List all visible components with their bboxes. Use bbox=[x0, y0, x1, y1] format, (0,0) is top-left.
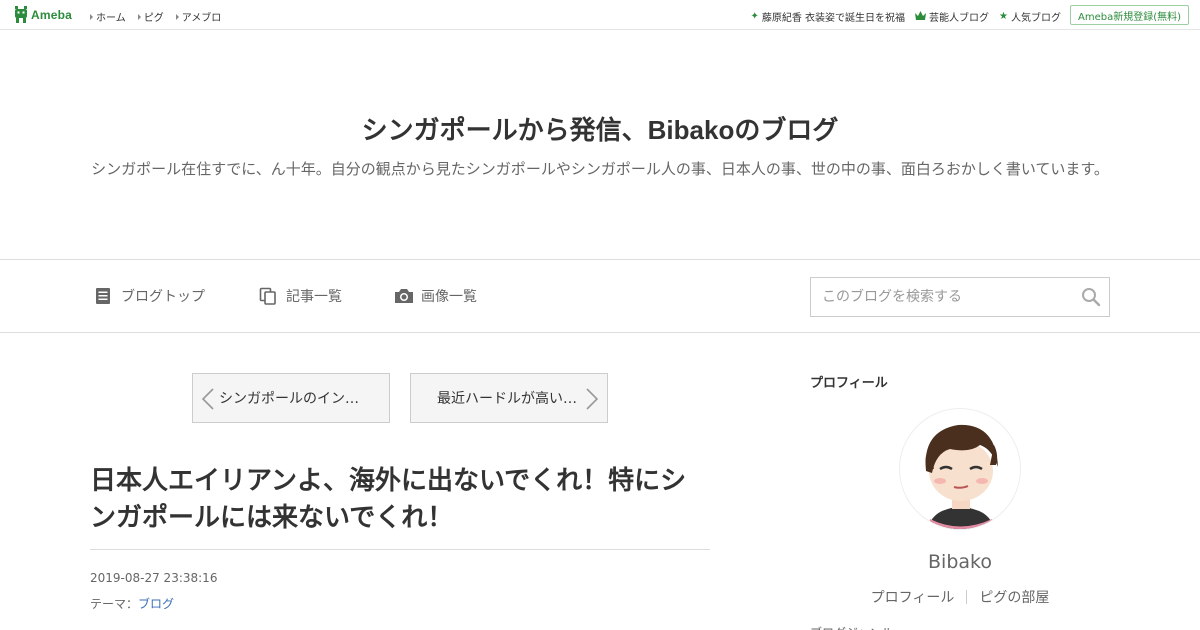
link-label: 芸能人ブログ bbox=[929, 13, 990, 24]
crown-icon bbox=[915, 10, 927, 23]
global-nav-pigg[interactable]: ピグ bbox=[137, 9, 164, 24]
triangle-right-icon bbox=[90, 13, 93, 20]
profile-name[interactable]: Bibako bbox=[810, 551, 1110, 573]
global-nav: ホーム ピグ アメブロ bbox=[90, 9, 221, 24]
link-label: 人気ブログ bbox=[1011, 13, 1061, 24]
article-title[interactable]: 日本人エイリアンよ、海外に出ないでくれ！特にシンガポールには来ないでくれ！ bbox=[90, 462, 710, 536]
article-theme: テーマ：ブログ bbox=[90, 595, 174, 612]
profile-link[interactable]: プロフィール bbox=[859, 587, 967, 607]
camera-icon bbox=[394, 287, 413, 305]
divider bbox=[90, 549, 710, 550]
blog-search bbox=[810, 277, 1110, 317]
blog-nav-entries[interactable]: 記事一覧 bbox=[259, 286, 342, 306]
search-icon[interactable] bbox=[1081, 287, 1101, 307]
profile-heading: プロフィール bbox=[810, 376, 888, 391]
blog-nav: ブログトップ 記事一覧 画像一覧 bbox=[0, 259, 1200, 333]
chevron-left-icon bbox=[199, 388, 219, 410]
document-icon bbox=[94, 287, 112, 305]
blog-title[interactable]: シンガポールから発信、Bibakoのブログ bbox=[0, 110, 1200, 147]
popular-blog-link[interactable]: ★ 人気ブログ bbox=[999, 9, 1061, 24]
logo-text: Ameba bbox=[31, 8, 73, 22]
profile-links: プロフィール ピグの部屋 bbox=[810, 587, 1110, 607]
blog-nav-top[interactable]: ブログトップ bbox=[94, 286, 205, 306]
next-entry-label: 最近ハードルが高い… bbox=[437, 391, 577, 407]
blog-genre-label: ブログジャンル bbox=[810, 624, 893, 630]
nav-label: ピグ bbox=[143, 13, 164, 24]
search-input[interactable] bbox=[811, 278, 1071, 316]
blog-nav-label: 記事一覧 bbox=[286, 289, 342, 305]
trending-news-link[interactable]: ✦ 藤原紀香 衣装姿で誕生日を祝福 bbox=[750, 9, 905, 24]
topbar-right-links: ✦ 藤原紀香 衣装姿で誕生日を祝福 芸能人ブログ ★ 人気ブログ bbox=[750, 9, 1061, 24]
sparkle-icon: ✦ bbox=[750, 10, 759, 22]
signup-button[interactable]: Ameba新規登録(無料) bbox=[1069, 5, 1189, 25]
copy-icon bbox=[259, 287, 277, 305]
triangle-right-icon bbox=[137, 13, 141, 20]
prev-entry-button[interactable]: シンガポールのイン… bbox=[192, 373, 390, 423]
next-entry-button[interactable]: 最近ハードルが高い… bbox=[410, 373, 608, 423]
ameba-logo-icon bbox=[14, 6, 28, 24]
article-date: 2019-08-27 23:38:16 bbox=[90, 571, 218, 585]
global-header: Ameba ホーム ピグ アメブロ ✦ 藤原紀香 衣装姿で誕生日を祝福 芸能人ブ… bbox=[0, 0, 1200, 30]
triangle-right-icon bbox=[175, 13, 179, 20]
link-label: 藤原紀香 衣装姿で誕生日を祝福 bbox=[761, 13, 906, 24]
blog-header: シンガポールから発信、Bibakoのブログ シンガポール在住すでに、ん十年。自分… bbox=[0, 30, 1200, 259]
blog-description: シンガポール在住すでに、ん十年。自分の観点から見たシンガポールやシンガポール人の… bbox=[91, 160, 1109, 178]
nav-label: ホーム bbox=[96, 13, 126, 24]
prev-entry-label: シンガポールのイン… bbox=[219, 391, 359, 407]
global-nav-ameblo[interactable]: アメブロ bbox=[175, 9, 222, 24]
blog-nav-images[interactable]: 画像一覧 bbox=[394, 286, 477, 306]
nav-label: アメブロ bbox=[181, 13, 222, 24]
theme-link[interactable]: ブログ bbox=[138, 597, 174, 611]
ameba-logo[interactable]: Ameba bbox=[14, 6, 72, 24]
chevron-right-icon bbox=[581, 388, 601, 410]
blog-nav-label: ブログトップ bbox=[121, 289, 205, 305]
avatar-illustration bbox=[925, 424, 998, 529]
star-icon: ★ bbox=[999, 10, 1008, 22]
celebrity-blog-link[interactable]: 芸能人ブログ bbox=[915, 9, 989, 24]
profile-avatar[interactable] bbox=[899, 408, 1021, 530]
theme-prefix: テーマ： bbox=[90, 597, 139, 611]
blog-nav-label: 画像一覧 bbox=[421, 289, 477, 305]
global-nav-home[interactable]: ホーム bbox=[90, 9, 126, 24]
pigg-room-link[interactable]: ピグの部屋 bbox=[967, 587, 1061, 607]
